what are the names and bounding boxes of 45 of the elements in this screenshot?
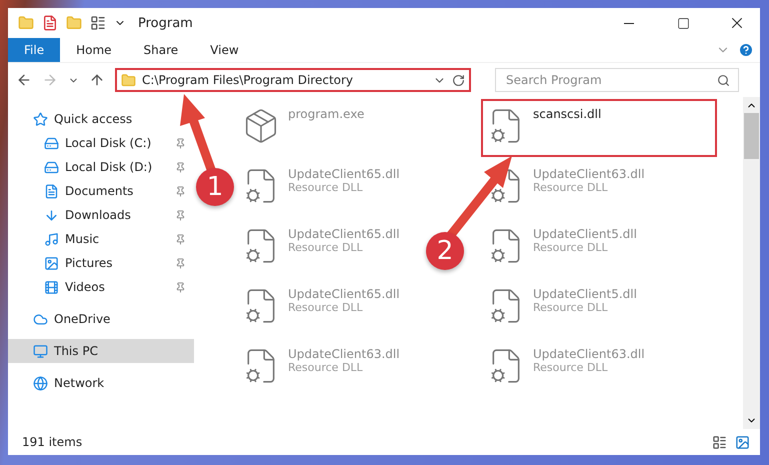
sidebar-item[interactable]: Local Disk (C:) [8, 131, 194, 155]
document-icon [44, 184, 59, 198]
up-icon[interactable] [89, 72, 105, 88]
sidebar-item[interactable]: Quick access [8, 107, 140, 131]
sidebar-item[interactable]: Documents [8, 179, 194, 203]
monitor-icon [33, 344, 48, 358]
ribbon-tab[interactable]: Home [60, 38, 128, 62]
down-arrow-icon [44, 208, 59, 222]
ribbon-tab[interactable]: Share [128, 38, 194, 62]
refresh-icon[interactable] [452, 74, 465, 86]
maximize-icon [676, 16, 690, 30]
globe-icon [33, 376, 48, 390]
help-icon[interactable] [738, 42, 754, 58]
sidebar-item[interactable]: Music [8, 227, 194, 251]
scroll-thumb[interactable] [744, 113, 759, 159]
sidebar-item[interactable]: This PC [8, 339, 194, 363]
search-icon [717, 74, 730, 86]
file-menu-button[interactable]: File [8, 38, 60, 62]
minimize-icon [624, 22, 634, 24]
ribbon-tab[interactable]: View [194, 38, 255, 62]
picture-icon [44, 256, 59, 270]
item-count: 191 items [22, 435, 84, 449]
cloud-icon [33, 312, 48, 326]
music-note-icon [44, 232, 59, 246]
sidebar-item[interactable]: Local Disk (D:) [8, 155, 194, 179]
window-title: Program [138, 16, 194, 30]
drive-icon [44, 160, 59, 174]
folder-icon [121, 72, 136, 88]
film-icon [44, 280, 59, 294]
file-item[interactable]: scanscsi.dll [481, 99, 717, 157]
properties-icon[interactable] [90, 15, 106, 31]
address-bar[interactable]: C:\Program Files\Program Directory [115, 68, 471, 92]
sidebar-item[interactable]: Downloads [8, 203, 194, 227]
sidebar-item[interactable]: OneDrive [8, 307, 118, 331]
scrollbar[interactable] [743, 97, 760, 429]
drive-icon [44, 136, 59, 150]
sidebar-item[interactable]: Videos [8, 275, 194, 299]
details-view-icon[interactable] [712, 434, 727, 450]
sidebar-item[interactable]: Network [8, 371, 112, 395]
back-icon[interactable] [16, 72, 32, 88]
search-box[interactable]: Search Program [495, 68, 739, 92]
checklist-icon[interactable] [42, 15, 58, 31]
large-icons-view-icon[interactable] [735, 434, 750, 450]
star-icon [33, 112, 48, 126]
sidebar-item[interactable]: Pictures [8, 251, 194, 275]
